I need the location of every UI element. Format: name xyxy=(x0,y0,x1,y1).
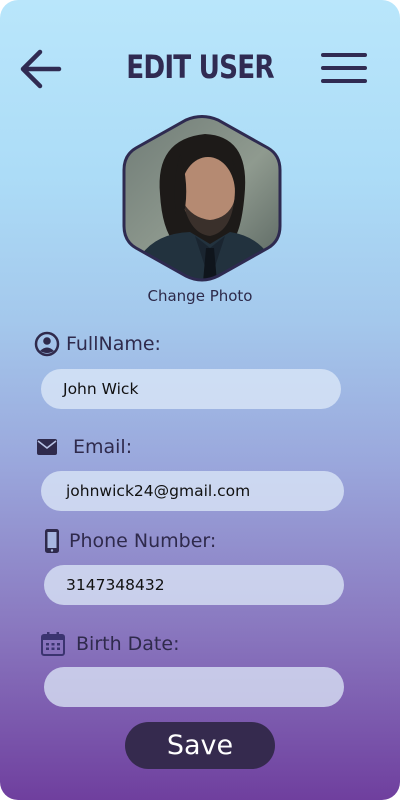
email-label: Email: xyxy=(73,436,133,458)
save-button[interactable]: Save xyxy=(125,722,275,769)
envelope-icon xyxy=(37,439,57,455)
calendar-icon xyxy=(41,632,65,656)
birthdate-input[interactable] xyxy=(44,667,344,707)
fullname-input[interactable]: John Wick xyxy=(41,369,341,409)
birthdate-label: Birth Date: xyxy=(76,633,180,655)
phone-input[interactable]: 3147348432 xyxy=(44,565,344,605)
profile-avatar[interactable] xyxy=(120,114,284,282)
hamburger-menu-icon xyxy=(321,53,367,83)
email-input[interactable]: johnwick24@gmail.com xyxy=(41,471,344,511)
edit-user-screen: EDIT USER Change Photo FullName: John Wi… xyxy=(0,0,400,800)
mobile-phone-icon xyxy=(45,529,59,553)
menu-button[interactable] xyxy=(318,50,370,86)
phone-label-row: Phone Number: xyxy=(44,528,216,554)
user-circle-icon xyxy=(34,331,60,357)
fullname-label-row: FullName: xyxy=(34,331,161,357)
phone-label: Phone Number: xyxy=(69,530,217,552)
page-title: EDIT USER xyxy=(126,48,274,86)
email-label-row: Email: xyxy=(36,436,132,458)
birthdate-label-row: Birth Date: xyxy=(40,631,179,657)
fullname-label: FullName: xyxy=(66,333,161,355)
change-photo-link[interactable]: Change Photo xyxy=(0,287,400,305)
